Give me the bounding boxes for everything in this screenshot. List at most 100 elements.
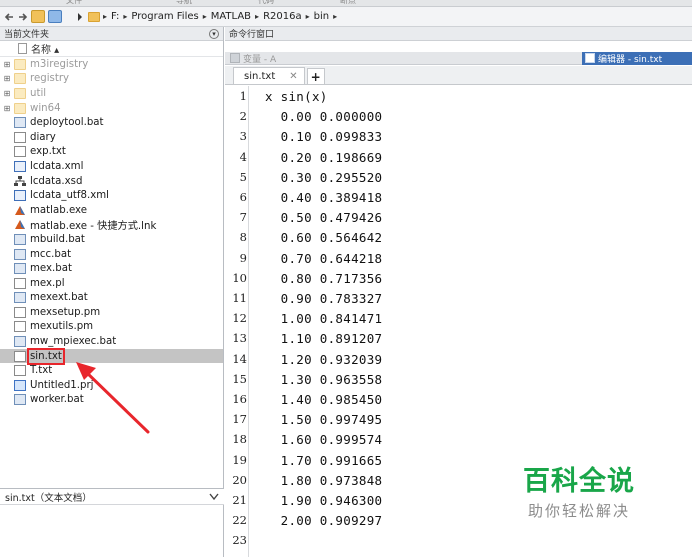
code-line[interactable]: 1.80 0.973848	[265, 473, 382, 488]
back-arrow-icon[interactable]	[3, 11, 14, 23]
folder-icon	[14, 58, 26, 70]
code-line[interactable]: 0.20 0.198669	[265, 150, 382, 165]
crumb-separator-icon: ▸	[123, 12, 128, 21]
panel-options-icon[interactable]: ▾	[209, 28, 219, 39]
file-row[interactable]: mexutils.pm	[0, 320, 223, 335]
matlab-icon	[15, 205, 25, 215]
code-line[interactable]: 0.30 0.295520	[265, 170, 382, 185]
ribbon-tab-breakpoints[interactable]: 断点	[340, 0, 356, 6]
file-row[interactable]: ⊞ m3iregistry	[0, 57, 223, 72]
crumb-program-files[interactable]: Program Files	[131, 11, 198, 22]
line-number: 16	[232, 392, 247, 406]
file-name: mexutils.pm	[30, 321, 94, 333]
details-panel: sin.txt（文本文档）	[0, 488, 224, 557]
file-row[interactable]: lcdata.xml	[0, 159, 223, 174]
expand-folder-icon[interactable]: ⊞	[0, 60, 14, 69]
file-row[interactable]: T.txt	[0, 363, 223, 378]
code-line[interactable]: 1.40 0.985450	[265, 392, 382, 407]
file-row[interactable]: mex.pl	[0, 276, 223, 291]
crumb-bin[interactable]: bin	[314, 11, 329, 22]
code-line[interactable]: 1.70 0.991665	[265, 453, 382, 468]
crumb-expand-icon[interactable]	[74, 11, 85, 23]
code-line[interactable]: 0.60 0.564642	[265, 230, 382, 245]
breadcrumb: ▸ F: ▸ Program Files ▸ MATLAB ▸ R2016a ▸…	[103, 11, 337, 22]
code-line[interactable]: 1.10 0.891207	[265, 331, 382, 346]
file-row[interactable]: ⊞ util	[0, 86, 223, 101]
line-number: 8	[239, 230, 247, 245]
file-row[interactable]: lcdata.xsd	[0, 174, 223, 189]
line-number: 15	[232, 371, 247, 386]
name-column-header[interactable]: 名称 ▴	[0, 41, 223, 57]
crumb-r2016a[interactable]: R2016a	[263, 11, 302, 22]
code-line[interactable]: 1.60 0.999574	[265, 432, 382, 447]
file-name: diary	[30, 131, 56, 143]
code-line[interactable]: 0.90 0.783327	[265, 291, 382, 306]
close-icon[interactable]: ✕	[289, 71, 297, 82]
code-line[interactable]: 1.50 0.997495	[265, 412, 382, 427]
batch-file-icon	[14, 292, 26, 304]
browse-folder-icon[interactable]	[48, 10, 62, 23]
up-folder-icon[interactable]	[31, 10, 45, 23]
line-number: 5	[239, 169, 247, 184]
file-row[interactable]: worker.bat	[0, 393, 223, 408]
ribbon-tab-code[interactable]: 代码	[258, 0, 274, 6]
add-tab-button[interactable]: +	[306, 68, 325, 84]
file-row[interactable]: mw_mpiexec.bat	[0, 334, 223, 349]
line-number: 20	[232, 472, 247, 487]
text-file-icon	[14, 277, 26, 289]
editor-bar[interactable]: 编辑器 - sin.txt	[582, 51, 692, 65]
file-row[interactable]: mexext.bat	[0, 291, 223, 306]
command-window-body[interactable]	[225, 41, 692, 52]
file-row[interactable]: deploytool.bat	[0, 115, 223, 130]
code-line[interactable]: 0.10 0.099833	[265, 129, 382, 144]
ribbon-tab-navigate[interactable]: 导航	[176, 0, 192, 6]
crumb-drive[interactable]: F:	[111, 11, 119, 22]
expand-folder-icon[interactable]: ⊞	[0, 104, 14, 113]
forward-arrow-icon[interactable]	[17, 11, 28, 23]
ribbon-tab-file[interactable]: 文件	[66, 0, 82, 6]
file-name: win64	[30, 102, 61, 114]
line-number-gutter: 1 2 3 4 5 6 7 8 9 10 11 12 13 14 15 16 17 18 19 20 21 22 23	[225, 86, 249, 557]
file-row[interactable]: mexsetup.pm	[0, 305, 223, 320]
code-line[interactable]: 1.30 0.963558	[265, 372, 382, 387]
file-row[interactable]: Untitled1.prj	[0, 378, 223, 393]
tab-sin-txt[interactable]: sin.txt ✕	[233, 67, 305, 84]
file-row[interactable]: matlab.exe	[0, 203, 223, 218]
file-name: T.txt	[30, 365, 53, 377]
file-row[interactable]: lcdata_utf8.xml	[0, 188, 223, 203]
code-line[interactable]: 2.00 0.909297	[265, 513, 382, 528]
text-file-icon	[14, 131, 26, 143]
code-line[interactable]: 0.70 0.644218	[265, 251, 382, 266]
file-row[interactable]: ⊞ win64	[0, 101, 223, 116]
chevron-down-icon[interactable]	[209, 493, 219, 501]
code-line[interactable]: 0.50 0.479426	[265, 210, 382, 225]
file-name: registry	[30, 73, 70, 85]
file-row[interactable]: matlab.exe - 快捷方式.lnk	[0, 218, 223, 232]
details-header[interactable]: sin.txt（文本文档）	[0, 489, 224, 505]
file-row[interactable]: diary	[0, 130, 223, 145]
file-name: util	[30, 87, 47, 99]
file-row[interactable]: exp.txt	[0, 145, 223, 160]
batch-file-icon	[14, 336, 26, 348]
batch-file-icon	[14, 233, 26, 245]
code-line[interactable]: 0.40 0.389418	[265, 190, 382, 205]
file-name: mcc.bat	[30, 248, 72, 260]
code-line[interactable]: 0.80 0.717356	[265, 271, 382, 286]
expand-folder-icon[interactable]: ⊞	[0, 89, 14, 98]
code-line[interactable]: 0.00 0.000000	[265, 109, 382, 124]
code-line[interactable]: 1.20 0.932039	[265, 352, 382, 367]
editor-icon	[585, 53, 595, 63]
file-row[interactable]: mcc.bat	[0, 247, 223, 262]
code-line[interactable]: 1.00 0.841471	[265, 311, 382, 326]
expand-folder-icon[interactable]: ⊞	[0, 74, 14, 83]
file-row[interactable]: mbuild.bat	[0, 232, 223, 247]
variables-bar[interactable]: 变量 - A	[225, 52, 582, 65]
code-line[interactable]: x sin(x)	[265, 89, 328, 104]
crumb-matlab[interactable]: MATLAB	[211, 11, 251, 22]
file-row[interactable]: mex.bat	[0, 261, 223, 276]
editor-bar-label: 编辑器 - sin.txt	[598, 54, 663, 65]
file-row[interactable]: ⊞ registry	[0, 72, 223, 87]
file-row[interactable]: sin.txt	[0, 347, 223, 365]
variable-editor-icon	[230, 53, 240, 63]
code-line[interactable]: 1.90 0.946300	[265, 493, 382, 508]
